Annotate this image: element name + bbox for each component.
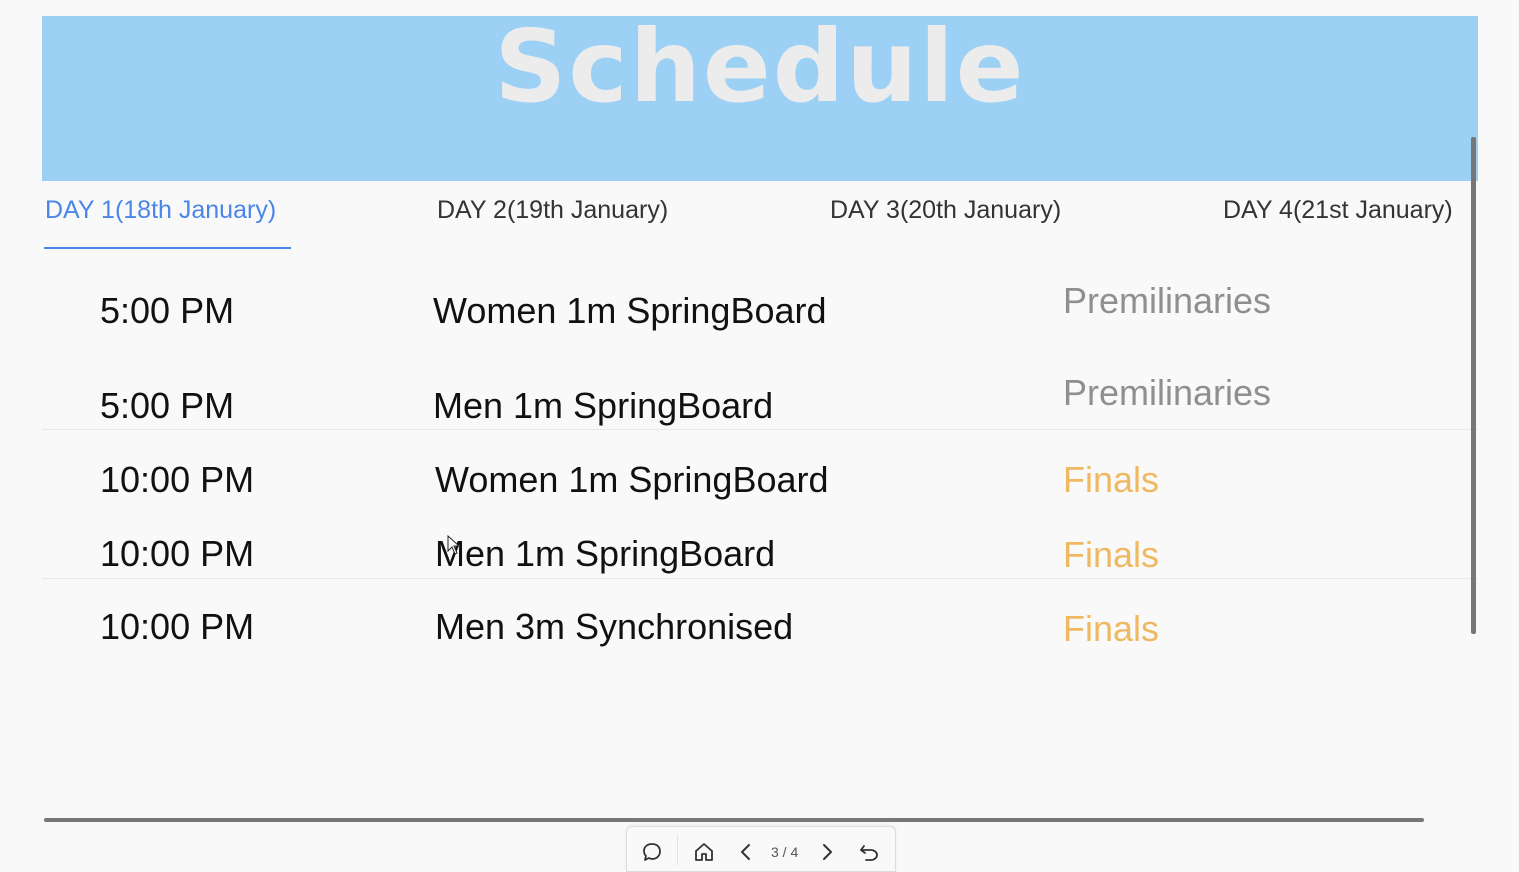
chevron-right-icon[interactable] [814, 839, 840, 865]
schedule-time: 10:00 PM [100, 459, 255, 500]
day-tabs: DAY 1(18th January) DAY 2(19th January) … [42, 196, 1478, 252]
schedule-event: Men 3m Synchronised [435, 606, 794, 647]
schedule-event: Women 1m SpringBoard [435, 459, 829, 500]
vertical-scrollbar[interactable] [1471, 137, 1476, 634]
schedule-time: 5:00 PM [100, 385, 235, 426]
schedule-time: 10:00 PM [100, 606, 255, 647]
page-indicator: 3 / 4 [771, 844, 799, 860]
schedule-stage: Premilinaries [1063, 372, 1272, 413]
schedule-stage: Premilinaries [1063, 280, 1272, 321]
chevron-left-icon[interactable] [733, 839, 759, 865]
comment-icon[interactable] [639, 839, 665, 865]
tab-day-4[interactable]: DAY 4(21st January) [1223, 196, 1453, 225]
schedule-stage: Finals [1063, 459, 1160, 500]
schedule-time: 5:00 PM [100, 290, 235, 331]
tab-day-2[interactable]: DAY 2(19th January) [437, 196, 668, 225]
toolbar-divider [677, 835, 678, 865]
page-title: Schedule [494, 16, 1026, 125]
tab-day-3[interactable]: DAY 3(20th January) [830, 196, 1061, 225]
schedule-event: Women 1m SpringBoard [433, 290, 827, 331]
home-icon[interactable] [691, 839, 717, 865]
row-divider [42, 578, 1478, 579]
schedule-event: Men 1m SpringBoard [435, 533, 776, 574]
horizontal-scrollbar[interactable] [44, 818, 1424, 822]
active-tab-indicator [44, 247, 291, 249]
schedule-time: 10:00 PM [100, 533, 255, 574]
row-divider [42, 429, 1478, 430]
schedule-stage: Finals [1063, 608, 1160, 649]
schedule-stage: Finals [1063, 534, 1160, 575]
tab-day-1[interactable]: DAY 1(18th January) [45, 196, 276, 225]
schedule-event: Men 1m SpringBoard [433, 385, 774, 426]
header-banner: Schedule [42, 16, 1478, 181]
presentation-toolbar: 3 / 4 [626, 826, 896, 872]
undo-icon[interactable] [856, 839, 882, 865]
mouse-cursor-icon [447, 534, 461, 560]
